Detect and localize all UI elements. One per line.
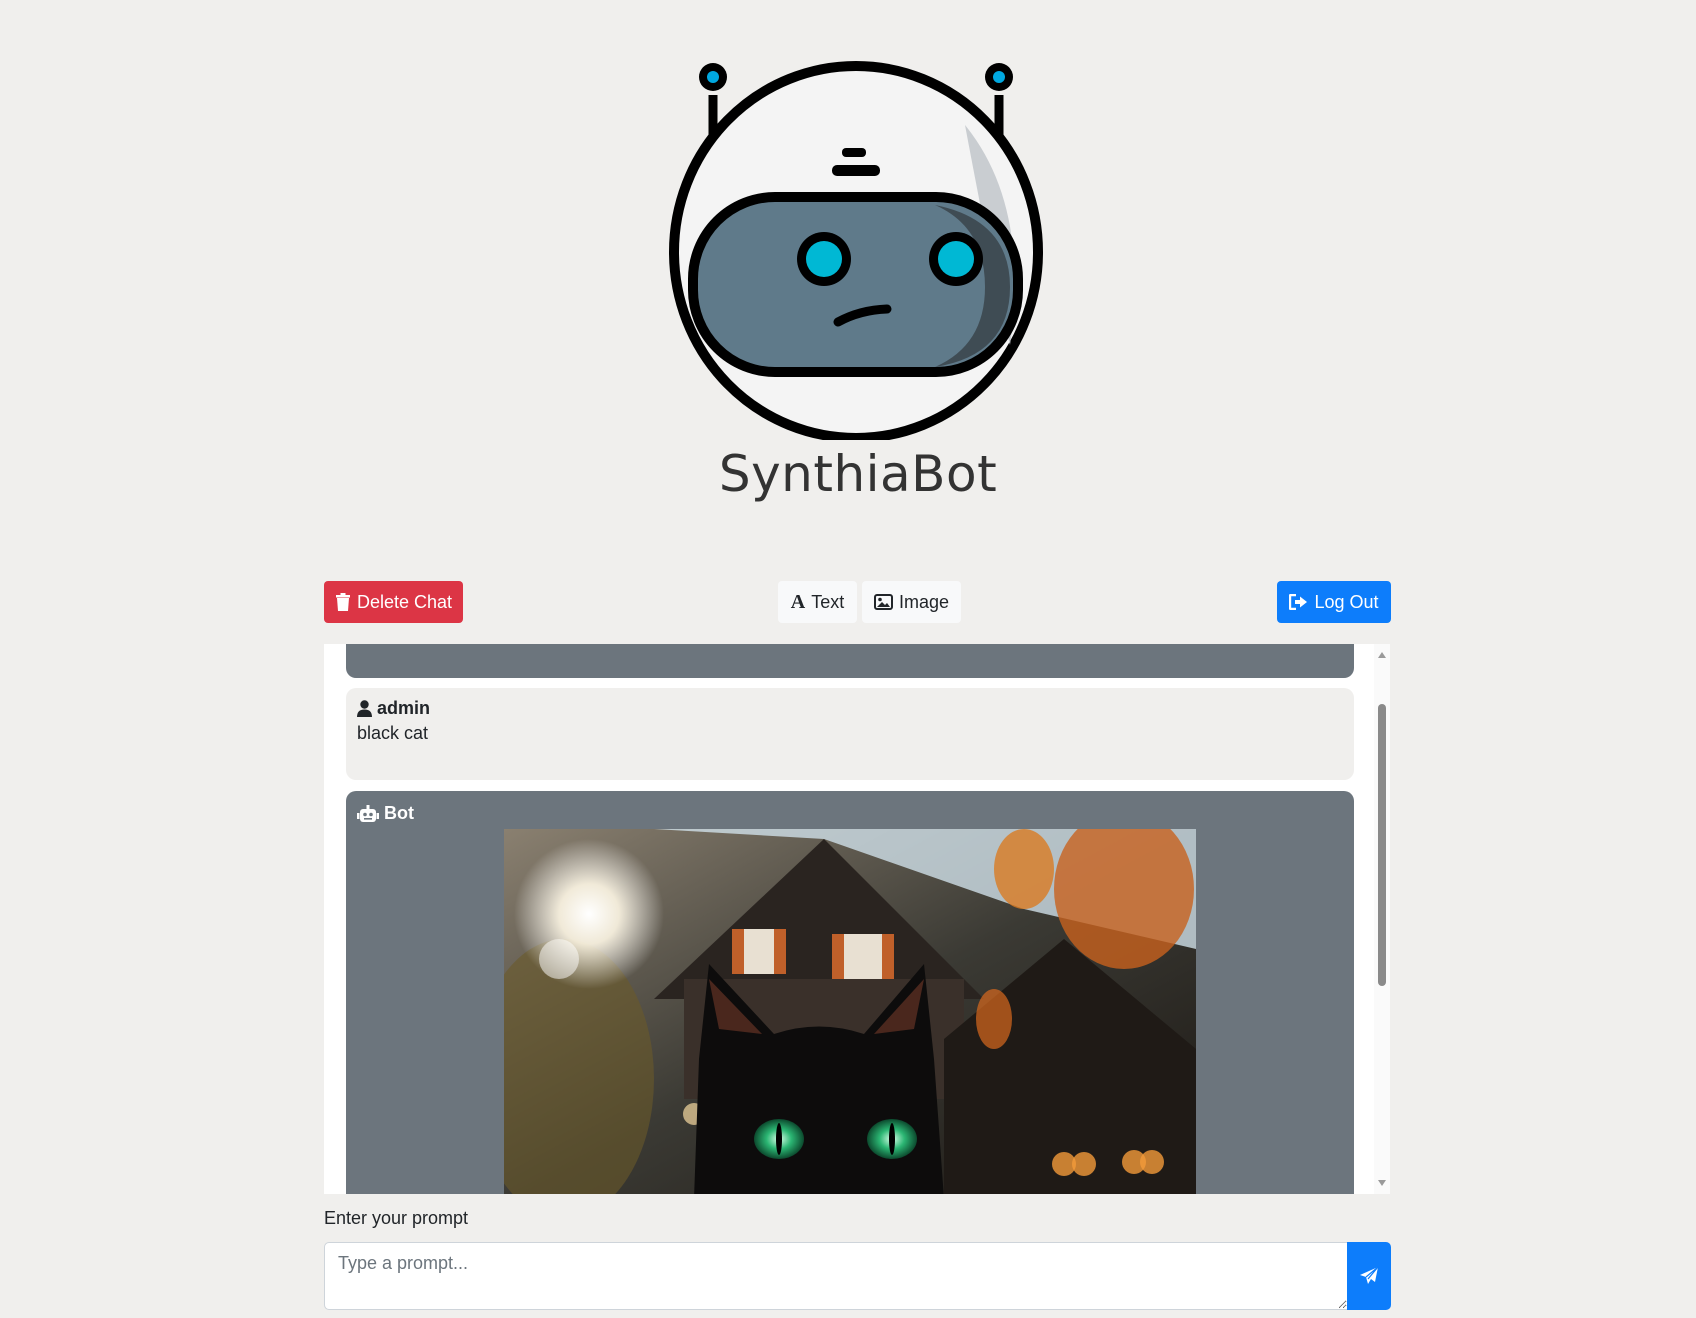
bot-message: Bot	[346, 791, 1354, 1194]
synthiabot-logo	[669, 61, 1043, 440]
chat-history[interactable]: admin black cat Bot	[324, 644, 1390, 1194]
sign-out-icon	[1289, 594, 1308, 610]
chat-scrollbar[interactable]	[1374, 644, 1390, 1194]
app-title: SynthiaBot	[718, 445, 998, 503]
prompt-label: Enter your prompt	[324, 1208, 469, 1228]
scroll-down-arrow-icon[interactable]	[1378, 1180, 1386, 1186]
scroll-up-arrow-icon[interactable]	[1378, 652, 1386, 658]
trash-icon	[335, 593, 350, 611]
log-out-button[interactable]: Log Out	[1277, 581, 1391, 623]
bot-message-author: Bot	[384, 803, 414, 823]
delete-chat-button[interactable]: Delete Chat	[324, 581, 463, 623]
scroll-thumb[interactable]	[1378, 704, 1386, 986]
delete-chat-label: Delete Chat	[356, 591, 453, 612]
log-out-label: Log Out	[1314, 591, 1379, 612]
text-mode-label: Text	[811, 591, 845, 612]
text-mode-button[interactable]: A Text	[778, 581, 857, 623]
bot-message-previous	[346, 644, 1354, 678]
prompt-input[interactable]	[324, 1242, 1348, 1310]
user-message: admin black cat	[346, 688, 1354, 780]
user-icon	[357, 700, 372, 717]
paper-plane-icon	[1360, 1266, 1379, 1284]
generated-cat-image	[504, 829, 1196, 1194]
image-icon	[873, 594, 893, 610]
user-message-text: black cat	[357, 723, 429, 743]
robot-icon	[357, 804, 379, 822]
image-mode-label: Image	[898, 591, 950, 612]
send-button[interactable]	[1347, 1242, 1391, 1310]
font-icon: A	[790, 590, 806, 613]
image-mode-button[interactable]: Image	[862, 581, 961, 623]
user-message-author: admin	[377, 698, 431, 718]
